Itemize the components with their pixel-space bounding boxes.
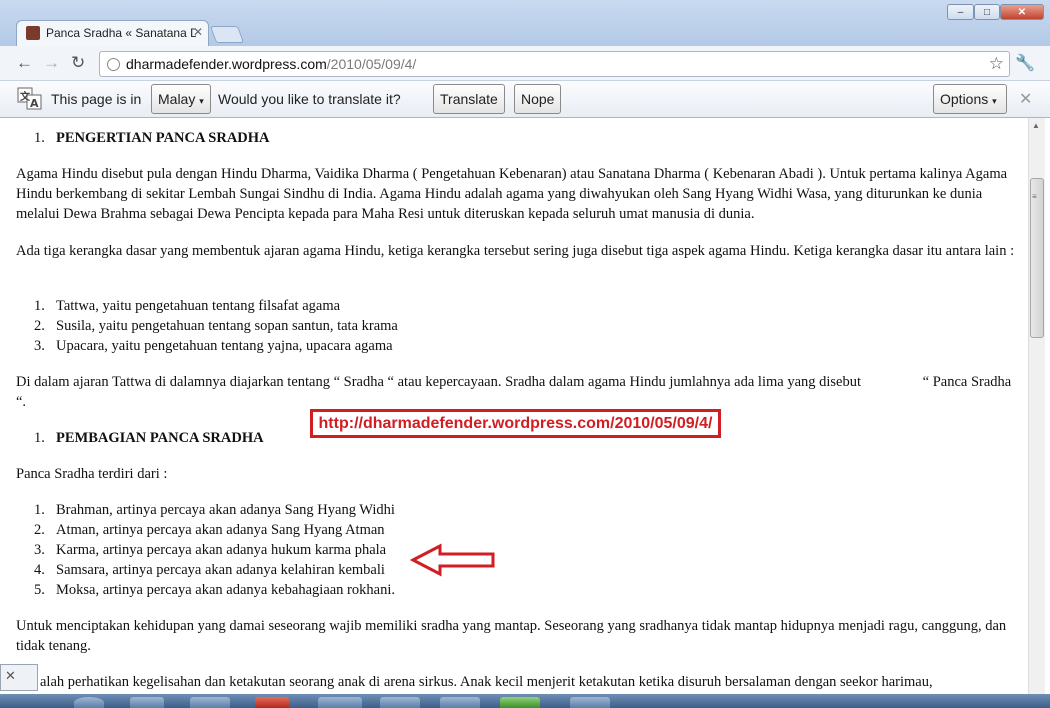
reload-icon[interactable]: ↻: [71, 53, 85, 73]
chevron-down-icon: ▾: [199, 96, 204, 106]
paragraph: Panca Sradha terdiri dari :: [16, 466, 168, 482]
nope-button[interactable]: Nope: [514, 84, 562, 114]
translate-icon: 文 A: [17, 87, 43, 111]
list-item: Samsara, artinya percaya akan adanya kel…: [56, 562, 385, 578]
back-arrow-icon[interactable]: ←: [16, 53, 33, 73]
list-number: 4.: [34, 562, 45, 578]
list-number: 2.: [34, 318, 45, 334]
tab-title: Panca Sradha « Sanatana D: [46, 26, 196, 40]
language-select[interactable]: Malay ▾: [151, 84, 211, 114]
list-item: Tattwa, yaitu pengetahuan tentang filsaf…: [56, 298, 341, 314]
forward-arrow-icon[interactable]: →: [43, 53, 60, 73]
list-number: 2.: [34, 522, 45, 538]
url-text[interactable]: dharmadefender.wordpress.com/2010/05/09/…: [126, 56, 416, 72]
paragraph: alah perhatikan kegelisahan dan ketakuta…: [40, 674, 933, 690]
list-item: Susila, yaitu pengetahuan tentang sopan …: [56, 318, 398, 334]
grip-icon: ≡: [1032, 192, 1037, 201]
list-number: 5.: [34, 582, 45, 598]
taskbar-app[interactable]: [500, 697, 540, 708]
scrollbar-thumb[interactable]: [1030, 178, 1044, 338]
svg-text:A: A: [30, 97, 39, 110]
bookmark-star-icon[interactable]: ☆: [989, 54, 1004, 74]
chevron-down-icon: ▾: [992, 96, 997, 106]
url-watermark: http://dharmadefender.wordpress.com/2010…: [310, 409, 721, 438]
list-number: 1.: [34, 430, 45, 446]
paragraph: Di dalam ajaran Tattwa di dalamnya diaja…: [16, 374, 1015, 410]
translate-question: Would you like to translate it?: [218, 91, 401, 107]
url-host: dharmadefender.wordpress.com: [126, 56, 327, 72]
minimize-button[interactable]: –: [947, 4, 974, 20]
list-number: 1.: [34, 502, 45, 518]
translate-button[interactable]: Translate: [433, 84, 505, 114]
translate-glyph: 文 A: [17, 87, 42, 110]
address-bar[interactable]: dharmadefender.wordpress.com/2010/05/09/…: [99, 51, 1010, 77]
list-item: Moksa, artinya percaya akan adanya kebah…: [56, 582, 395, 598]
list-number: 1.: [34, 298, 45, 314]
favicon-icon: [26, 26, 40, 40]
page-content: 1. PENGERTIAN PANCA SRADHA Agama Hindu d…: [0, 118, 1028, 694]
translate-prefix: This page is in: [51, 91, 142, 107]
browser-tab[interactable]: Panca Sradha « Sanatana D ✕: [16, 20, 209, 46]
paragraph: Untuk menciptakan kehidupan yang damai s…: [16, 618, 1007, 654]
list-item: Karma, artinya percaya akan adanya hukum…: [56, 542, 387, 558]
taskbar-app[interactable]: [318, 697, 362, 708]
list-item: Atman, artinya percaya akan adanya Sang …: [56, 522, 385, 538]
tab-close-icon[interactable]: ✕: [193, 25, 203, 39]
taskbar-app[interactable]: [380, 697, 420, 708]
paragraph: Agama Hindu disebut pula dengan Hindu Dh…: [16, 166, 1008, 222]
list-item: Upacara, yaitu pengetahuan tentang yajna…: [56, 338, 393, 354]
taskbar-app[interactable]: [440, 697, 480, 708]
browser-toolbar: ← → ↻ dharmadefender.wordpress.com/2010/…: [0, 46, 1050, 81]
wrench-icon[interactable]: 🔧: [1015, 53, 1035, 73]
window-titlebar: Panca Sradha « Sanatana D ✕ – □ ✕: [0, 0, 1050, 46]
infobar-close-icon[interactable]: ✕: [1019, 89, 1032, 109]
list-number: 1.: [34, 130, 45, 146]
taskbar-app[interactable]: [190, 697, 230, 708]
vertical-scrollbar[interactable]: ▲ ≡: [1028, 118, 1045, 694]
taskbar: [0, 694, 1050, 708]
list-number: 3.: [34, 542, 45, 558]
options-button[interactable]: Options ▾: [933, 84, 1007, 114]
globe-icon: [107, 58, 120, 71]
language-value: Malay: [158, 91, 196, 107]
taskbar-app[interactable]: [570, 697, 610, 708]
url-path: /2010/05/09/4/: [326, 56, 417, 72]
list-item: Brahman, artinya percaya akan adanya San…: [56, 502, 395, 518]
taskbar-app[interactable]: [255, 697, 289, 708]
close-icon[interactable]: ✕: [5, 668, 16, 684]
left-arrow-icon: [410, 543, 495, 577]
options-label: Options: [940, 91, 989, 107]
maximize-button[interactable]: □: [974, 4, 1000, 20]
popup-close[interactable]: ✕: [0, 664, 38, 691]
scroll-up-icon[interactable]: ▲: [1032, 121, 1040, 130]
translate-infobar: 文 A This page is in Malay ▾ Would you li…: [0, 81, 1050, 118]
list-number: 3.: [34, 338, 45, 354]
start-orb-icon[interactable]: [74, 697, 104, 708]
section-heading: PEMBAGIAN PANCA SRADHA: [56, 430, 264, 446]
new-tab-button[interactable]: [209, 26, 245, 43]
close-window-button[interactable]: ✕: [1000, 4, 1044, 20]
section-heading: PENGERTIAN PANCA SRADHA: [56, 130, 270, 146]
taskbar-app[interactable]: [130, 697, 164, 708]
paragraph: Ada tiga kerangka dasar yang membentuk a…: [16, 243, 1015, 259]
